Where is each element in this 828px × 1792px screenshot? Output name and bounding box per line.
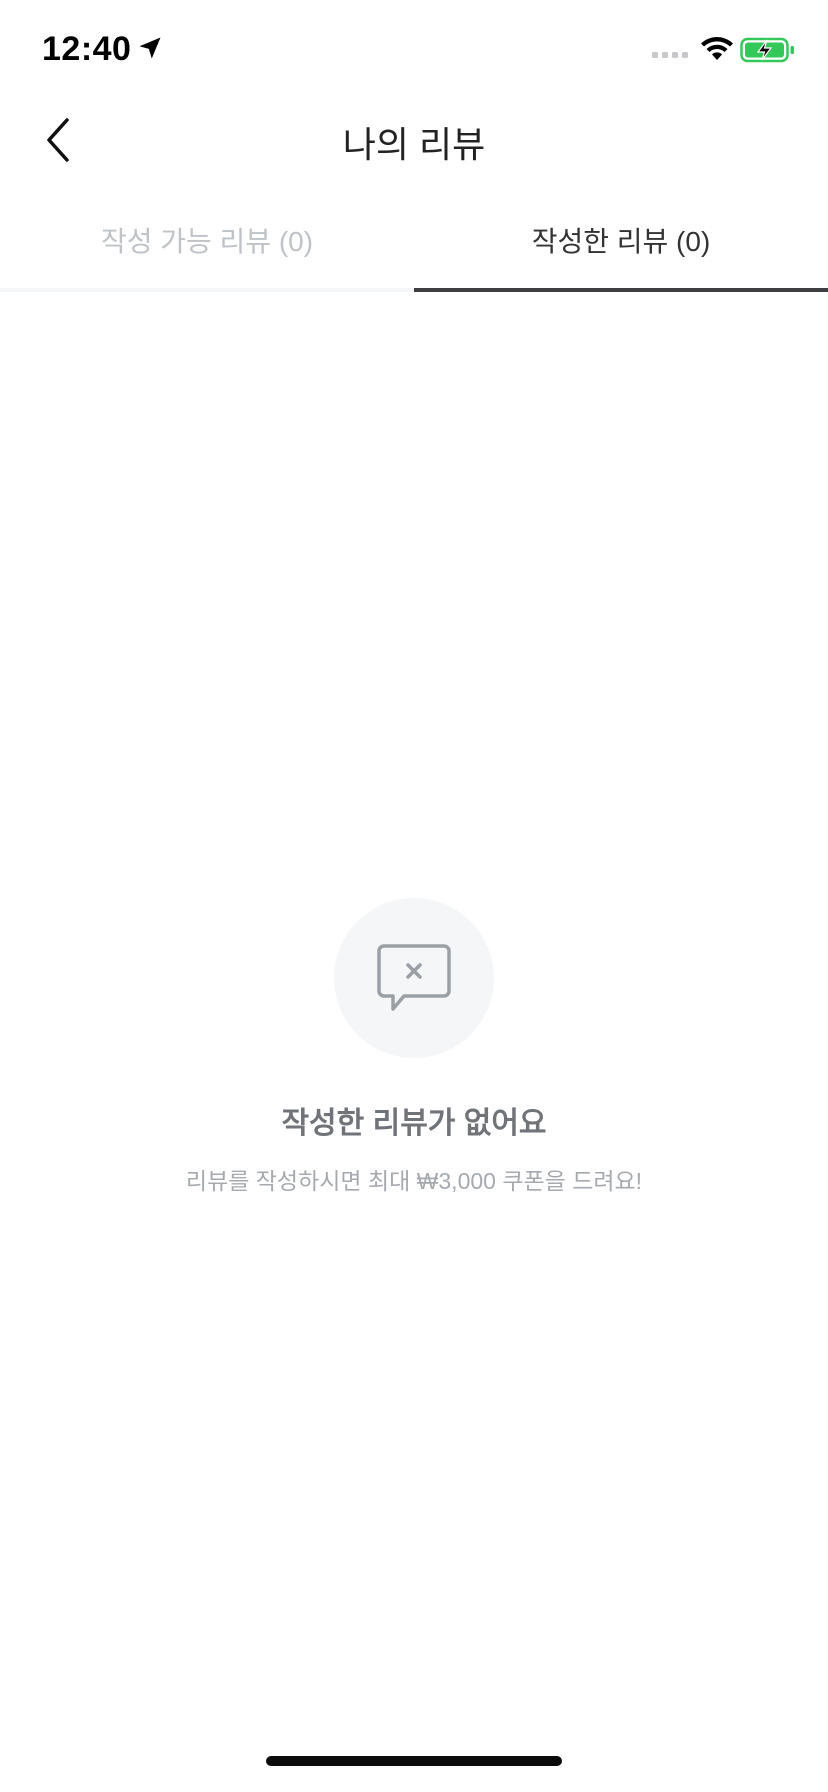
screen: 12:40 나의 리뷰 작성 가능 리뷰 (0) 작성한 리뷰 (0) 작성한 … xyxy=(0,0,828,1792)
tab-label: 작성한 리뷰 (0) xyxy=(531,226,711,257)
tab-label: 작성 가능 리뷰 (0) xyxy=(100,226,314,257)
signal-icon xyxy=(652,52,688,58)
battery-charging-icon xyxy=(740,37,794,63)
wifi-icon xyxy=(701,37,733,60)
home-indicator[interactable] xyxy=(266,1756,562,1766)
tab-written-reviews[interactable]: 작성한 리뷰 (0) xyxy=(414,200,828,292)
empty-subtitle: 리뷰를 작성하시면 최대 ₩3,000 쿠폰을 드려요! xyxy=(185,1168,643,1194)
page-title: 나의 리뷰 xyxy=(342,124,486,165)
status-bar: 12:40 xyxy=(0,0,828,100)
review-tabs: 작성 가능 리뷰 (0) 작성한 리뷰 (0) xyxy=(0,200,828,292)
location-arrow-icon xyxy=(139,37,161,59)
status-time: 12:40 xyxy=(42,30,132,68)
tab-active-indicator xyxy=(414,288,828,292)
chat-bubble-x-icon xyxy=(377,944,451,1011)
tab-writable-reviews[interactable]: 작성 가능 리뷰 (0) xyxy=(0,200,414,292)
navigation-header: 나의 리뷰 xyxy=(0,100,828,180)
empty-icon-circle xyxy=(334,898,494,1058)
empty-title: 작성한 리뷰가 없어요 xyxy=(281,1107,547,1140)
tab-divider xyxy=(0,288,414,292)
empty-state: 작성한 리뷰가 없어요 리뷰를 작성하시면 최대 ₩3,000 쿠폰을 드려요! xyxy=(0,898,828,1196)
